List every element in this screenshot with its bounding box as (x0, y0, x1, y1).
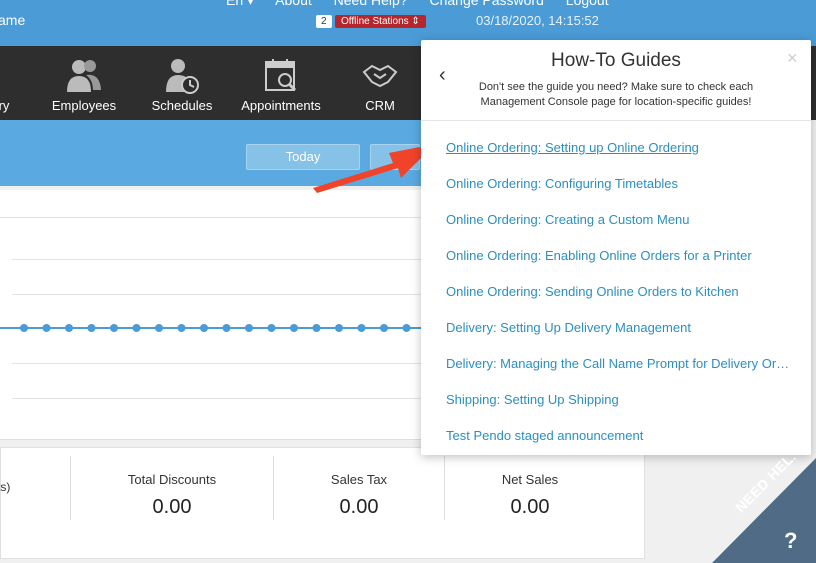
logout-link[interactable]: Logout (566, 0, 609, 8)
guide-link[interactable]: Online Ordering: Configuring Timetables (446, 176, 791, 191)
calendar-search-icon (265, 59, 297, 92)
guide-link[interactable]: Test Pendo staged announcement (446, 428, 791, 443)
guide-link[interactable]: Delivery: Managing the Call Name Prompt … (446, 356, 791, 371)
series-point (42, 324, 51, 332)
pointer-arrow (313, 144, 435, 193)
question-icon: ? (784, 528, 798, 553)
guide-link[interactable]: Online Ordering: Creating a Custom Menu (446, 212, 791, 227)
need-help-link[interactable]: Need Help? (334, 0, 408, 8)
language-selector[interactable]: En ▾ (226, 0, 254, 8)
how-to-guides-panel: × ‹ How-To Guides Don't see the guide yo… (421, 40, 811, 455)
sales-summary: ts) Total Discounts 0.00 Sales Tax 0.00 … (0, 447, 645, 559)
offline-stations-dropdown[interactable]: Offline Stations ⇕ (335, 15, 426, 28)
series-point (222, 324, 231, 332)
offline-count-badge[interactable]: 2 (316, 15, 332, 28)
series-point (132, 324, 141, 332)
series-point (65, 324, 73, 332)
series-point (87, 324, 96, 332)
users-icon (67, 60, 101, 92)
series-point (290, 324, 298, 332)
series-point (155, 324, 163, 332)
current-datetime: 03/18/2020, 14:15:52 (476, 13, 599, 28)
series-point (312, 324, 321, 332)
user-clock-icon (166, 59, 199, 94)
series-point (267, 324, 276, 332)
about-link[interactable]: About (275, 0, 312, 8)
guide-link[interactable]: Online Ordering: Enabling Online Orders … (446, 248, 791, 263)
series-point (357, 324, 366, 332)
stat-net-sales: Net Sales 0.00 (501, 472, 559, 518)
nav-item-partial[interactable]: ry (0, 46, 16, 120)
nav-item-schedules[interactable]: Schedules (144, 46, 220, 120)
guide-link[interactable]: Shipping: Setting Up Shipping (446, 392, 791, 407)
series-point (335, 324, 343, 332)
series-point (380, 324, 388, 332)
stat-total-discounts: Total Discounts 0.00 (127, 472, 217, 518)
top-links: En ▾ About Need Help? Change Password Lo… (226, 0, 627, 9)
nav-item-employees[interactable]: Employees (44, 46, 124, 120)
guide-link[interactable]: Delivery: Setting Up Delivery Management (446, 320, 791, 335)
stat-partial-label: ts) (0, 480, 11, 494)
series-point (402, 324, 411, 332)
handshake-icon (362, 64, 398, 88)
series-point (110, 324, 118, 332)
series-point (245, 324, 253, 332)
stat-sales-tax: Sales Tax 0.00 (330, 472, 388, 518)
nav-item-crm[interactable]: CRM (350, 46, 410, 120)
need-help-ribbon[interactable]: NEED HELP ? (712, 458, 816, 563)
panel-subtitle: Don't see the guide you need? Make sure … (478, 81, 754, 108)
guide-link[interactable]: Online Ordering: Sending Online Orders t… (446, 284, 791, 299)
nav-item-appointments[interactable]: Appointments (236, 46, 326, 120)
guide-link[interactable]: Online Ordering: Setting up Online Order… (446, 140, 791, 155)
series-point (200, 324, 208, 332)
partial-icon (0, 56, 28, 94)
change-password-link[interactable]: Change Password (429, 0, 543, 8)
account-name: ame (0, 12, 26, 28)
panel-title: How-To Guides (551, 50, 681, 71)
series-point (177, 324, 186, 332)
series-point (20, 324, 28, 332)
